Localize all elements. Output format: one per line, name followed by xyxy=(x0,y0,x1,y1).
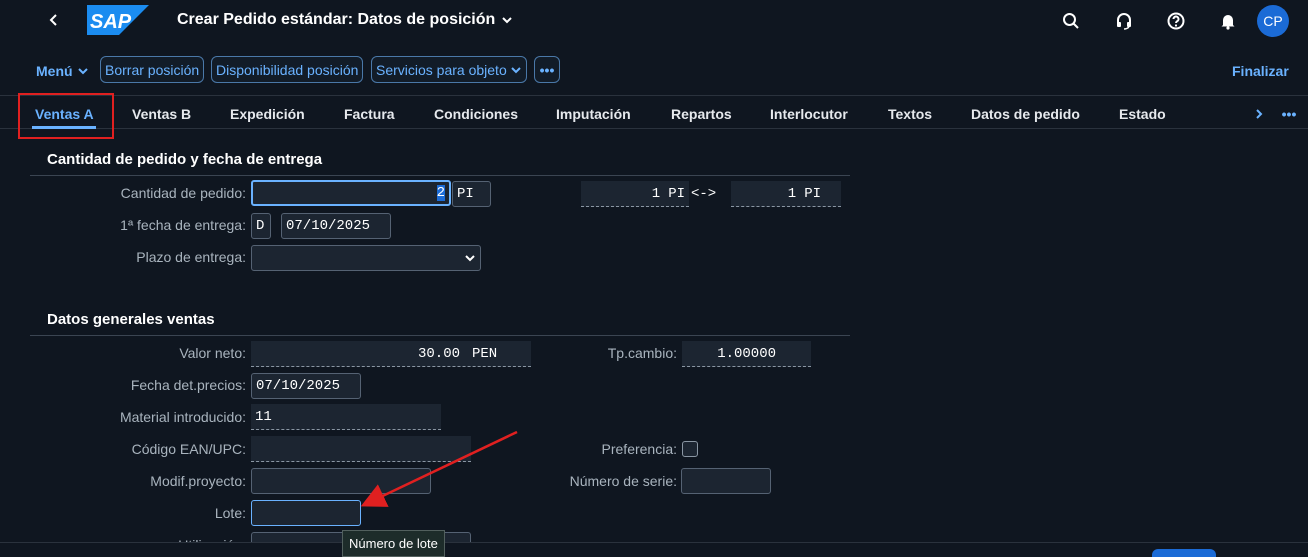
chevron-right-icon xyxy=(1256,109,1263,119)
first-delivery-label: 1ª fecha de entrega: xyxy=(120,217,246,233)
chevron-left-icon xyxy=(49,14,57,26)
pricing-date: 07/10/2025 xyxy=(256,378,341,394)
first-delivery-date: 07/10/2025 xyxy=(286,218,371,234)
sap-logo-text: SAP xyxy=(90,11,132,33)
object-services-button-label: Servicios para objeto xyxy=(376,61,507,78)
tab-textos[interactable]: Textos xyxy=(888,106,932,122)
tab-estado[interactable]: Estado xyxy=(1119,106,1166,122)
user-avatar[interactable]: CP xyxy=(1257,5,1289,37)
tab-scroll-right-button[interactable] xyxy=(1247,104,1271,124)
exchange-rate-value: 1.00000 xyxy=(717,345,776,362)
headset-icon[interactable] xyxy=(1112,9,1136,33)
first-delivery-type: D xyxy=(256,218,265,234)
tab-repartos[interactable]: Repartos xyxy=(671,106,732,122)
chevron-down-icon xyxy=(77,68,88,75)
delete-item-button[interactable]: Borrar posición xyxy=(100,56,205,83)
tab-datos-de-pedido[interactable]: Datos de pedido xyxy=(971,106,1080,122)
ean-field xyxy=(251,436,471,462)
conversion-right-field: 1 PI xyxy=(731,181,841,207)
tab-expedicion[interactable]: Expedición xyxy=(230,106,305,122)
section-divider xyxy=(30,335,850,336)
material-label: Material introducido: xyxy=(119,409,246,425)
app-title-text: Crear Pedido estándar: Datos de posición xyxy=(177,11,496,28)
tab-condiciones[interactable]: Condiciones xyxy=(434,106,518,122)
highlight-box xyxy=(18,93,114,139)
tab-ventas-b[interactable]: Ventas B xyxy=(132,106,191,122)
object-services-button[interactable]: Servicios para objeto xyxy=(371,56,527,83)
serial-number-input[interactable] xyxy=(681,468,771,494)
ean-label: Código EAN/UPC: xyxy=(131,441,246,457)
back-button[interactable] xyxy=(42,8,66,32)
shell-bar: SAP Crear Pedido estándar: Datos de posi… xyxy=(0,0,1308,42)
delivery-time-label: Plazo de entrega: xyxy=(136,249,246,265)
sap-logo: SAP xyxy=(87,5,149,35)
menu-button-label: Menú xyxy=(36,63,73,79)
conversion-arrow: <-> xyxy=(691,186,717,202)
overflow-icon: ••• xyxy=(1281,106,1297,122)
tab-interlocutor[interactable]: Interlocutor xyxy=(770,106,848,122)
help-icon[interactable] xyxy=(1164,9,1188,33)
conversion-right-unit: PI xyxy=(804,185,821,202)
more-actions-button[interactable]: ••• xyxy=(534,56,560,83)
chevron-down-icon xyxy=(511,66,521,73)
serial-number-label: Número de serie: xyxy=(569,473,677,489)
menu-button[interactable]: Menú xyxy=(36,63,89,79)
project-label: Modif.proyecto: xyxy=(150,473,246,489)
net-value-label: Valor neto: xyxy=(179,345,246,361)
footer-primary-button[interactable] xyxy=(1152,549,1216,557)
section-title-quantity: Cantidad de pedido y fecha de entrega xyxy=(47,151,323,168)
chevron-down-icon xyxy=(502,17,513,24)
project-input[interactable] xyxy=(251,468,431,494)
order-qty-unit-input[interactable]: PI xyxy=(452,181,491,207)
net-value: 30.00 xyxy=(417,345,460,362)
item-availability-button[interactable]: Disponibilidad posición xyxy=(211,56,364,83)
conversion-left-unit: PI xyxy=(668,185,685,202)
search-icon[interactable] xyxy=(1059,9,1083,33)
app-title[interactable]: Crear Pedido estándar: Datos de posición xyxy=(177,11,513,29)
bell-icon[interactable] xyxy=(1216,9,1240,33)
item-availability-button-label: Disponibilidad posición xyxy=(216,61,359,78)
tab-bar: Ventas A Ventas B Expedición Factura Con… xyxy=(0,95,1308,129)
net-value-field: 30.00 PEN xyxy=(251,341,531,367)
order-qty-unit: PI xyxy=(457,186,474,202)
preference-label: Preferencia: xyxy=(601,441,677,457)
first-delivery-date-input[interactable]: 07/10/2025 xyxy=(281,213,391,239)
order-qty-input[interactable]: 2 xyxy=(251,180,451,206)
section-title-sales-data: Datos generales ventas xyxy=(47,311,215,328)
tab-overflow-button[interactable]: ••• xyxy=(1277,104,1301,124)
exchange-rate-label: Tp.cambio: xyxy=(607,345,677,361)
pricing-date-label: Fecha det.precios: xyxy=(130,377,246,393)
conversion-right-value: 1 xyxy=(787,185,797,202)
more-actions-icon: ••• xyxy=(539,61,555,78)
toolbar: Menú Borrar posición Disponibilidad posi… xyxy=(0,52,1308,88)
footer-bar xyxy=(0,542,1308,557)
tab-imputacion[interactable]: Imputación xyxy=(556,106,631,122)
conversion-left-value: 1 xyxy=(651,185,661,202)
tab-factura[interactable]: Factura xyxy=(344,106,395,122)
order-qty-value: 2 xyxy=(436,185,445,201)
net-value-currency: PEN xyxy=(472,345,498,362)
section-divider xyxy=(30,175,850,176)
batch-input[interactable] xyxy=(251,500,361,526)
pricing-date-input[interactable]: 07/10/2025 xyxy=(251,373,361,399)
conversion-left-field: 1 PI xyxy=(581,181,689,207)
order-qty-label: Cantidad de pedido: xyxy=(120,185,246,201)
material-field: 11 xyxy=(251,404,441,430)
delete-item-button-label: Borrar posición xyxy=(105,61,200,78)
preference-checkbox[interactable] xyxy=(682,441,698,457)
batch-label: Lote: xyxy=(214,505,246,521)
first-delivery-type-input[interactable]: D xyxy=(251,213,271,239)
exchange-rate-field: 1.00000 xyxy=(682,341,811,367)
chevron-down-icon xyxy=(465,255,475,262)
batch-tooltip: Número de lote xyxy=(342,530,445,557)
delivery-time-select[interactable] xyxy=(251,245,481,271)
material-value: 11 xyxy=(255,408,272,425)
finalize-button[interactable]: Finalizar xyxy=(1232,63,1289,79)
